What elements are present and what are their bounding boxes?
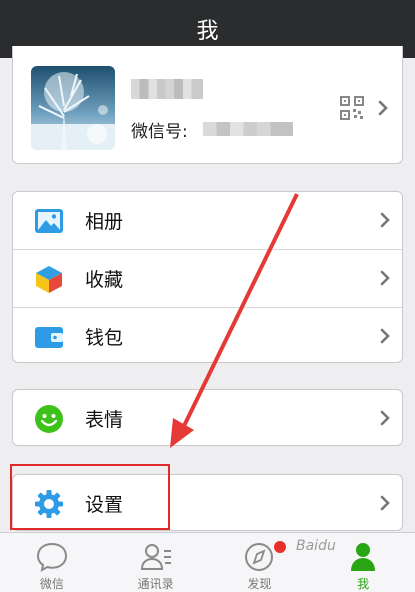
annotation-highlight-box: [10, 464, 170, 530]
favorites-cube-icon: [36, 265, 62, 293]
notification-badge: [273, 541, 286, 553]
blurred-wechat-id: [203, 122, 293, 136]
tab-label: 我: [357, 577, 370, 591]
menu-item-wallet[interactable]: 钱包: [13, 308, 402, 362]
menu-item-album[interactable]: 相册: [13, 192, 402, 249]
tab-chats[interactable]: 微信: [0, 533, 104, 592]
photo-album-icon: [35, 208, 63, 233]
qr-code-icon[interactable]: [340, 96, 364, 120]
menu-group-stickers: 表情: [12, 389, 403, 446]
menu-item-favorites[interactable]: 收藏: [13, 250, 402, 307]
chevron-right-icon: [380, 212, 390, 228]
tab-contacts[interactable]: 通讯录: [104, 533, 208, 592]
watermark-text: Baidu: [296, 538, 336, 554]
chevron-right-icon: [378, 100, 388, 116]
tab-label: 发现: [247, 577, 272, 591]
tab-label: 微信: [39, 577, 64, 591]
chat-bubble-icon: [36, 542, 67, 572]
wechat-id-label: 微信号:: [131, 122, 188, 142]
chevron-right-icon: [380, 328, 390, 344]
wallet-icon: [35, 326, 63, 348]
menu-item-label: 表情: [85, 409, 124, 431]
tab-label: 通讯录: [137, 577, 174, 591]
bottom-tab-bar: 微信 通讯录 发现 我: [0, 532, 415, 592]
chevron-right-icon: [380, 270, 390, 286]
menu-item-label: 相册: [85, 211, 124, 233]
menu-item-label: 收藏: [85, 269, 124, 291]
chevron-right-icon: [380, 410, 390, 426]
smiley-icon: [35, 404, 63, 433]
compass-icon: [245, 543, 274, 571]
menu-item-label: 钱包: [85, 327, 124, 349]
menu-group-media: 相册 收藏 钱包: [12, 191, 403, 363]
profile-card[interactable]: 微信号:: [12, 46, 403, 164]
blurred-nickname: [131, 79, 203, 99]
person-icon: [351, 543, 376, 571]
page-title: 我: [196, 19, 219, 44]
chevron-right-icon: [380, 495, 390, 511]
contacts-icon: [140, 544, 171, 570]
avatar[interactable]: [31, 66, 115, 150]
menu-item-stickers[interactable]: 表情: [13, 390, 402, 445]
